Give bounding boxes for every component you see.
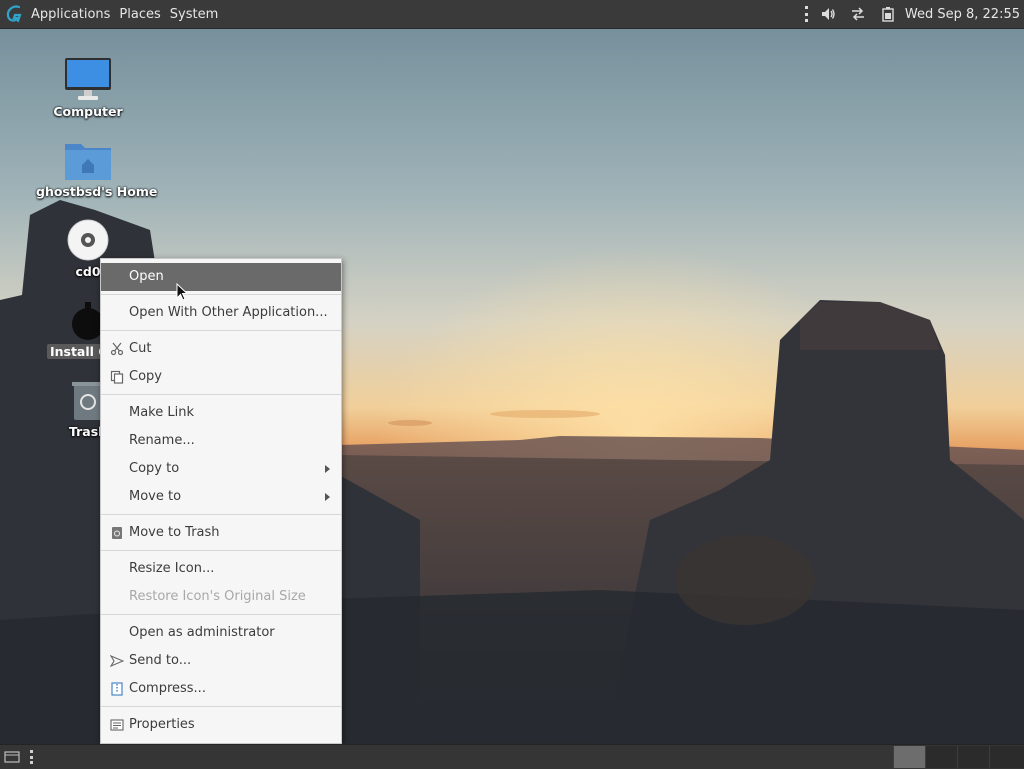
computer-icon (65, 58, 111, 100)
menu-separator (101, 294, 341, 295)
menu-item-label: Open (129, 269, 164, 284)
battery-icon[interactable] (877, 0, 899, 28)
volume-icon[interactable] (817, 0, 839, 28)
desktop-icon-label: ghostbsd's Home (36, 184, 158, 199)
menu-item-copy-to[interactable]: Copy to (101, 455, 341, 483)
network-icon[interactable] (847, 0, 869, 28)
menu-item-resize-icon[interactable]: Resize Icon... (101, 555, 341, 583)
menu-item-cut[interactable]: Cut (101, 335, 341, 363)
menu-item-open[interactable]: Open (101, 263, 341, 291)
menu-separator (101, 330, 341, 331)
menu-item-properties[interactable]: Properties (101, 711, 341, 739)
menu-item-label: Copy to (129, 461, 180, 476)
menu-item-compress[interactable]: Compress... (101, 675, 341, 703)
submenu-arrow-icon (325, 465, 330, 473)
menu-separator (101, 614, 341, 615)
ghostbsd-logo-icon[interactable] (0, 0, 28, 28)
menu-item-copy[interactable]: Copy (101, 363, 341, 391)
places-menu[interactable]: Places (116, 7, 166, 22)
bottom-panel (0, 744, 1024, 769)
context-menu: Open Open With Other Application... Cut … (100, 258, 342, 744)
desktop-icon-label: Computer (53, 104, 123, 119)
menu-item-label: Cut (129, 341, 152, 356)
show-desktop-icon[interactable] (4, 749, 20, 765)
menu-item-label: Restore Icon's Original Size (129, 589, 306, 604)
menu-separator (101, 706, 341, 707)
panel-grip-handle[interactable] (804, 6, 809, 22)
trash-icon (112, 527, 122, 539)
submenu-arrow-icon (325, 493, 330, 501)
clock[interactable]: Wed Sep 8, 22:55 (903, 7, 1024, 22)
workspace-3[interactable] (957, 746, 989, 768)
menu-item-label: Open as administrator (129, 625, 275, 640)
menu-item-label: Rename... (129, 433, 195, 448)
menu-item-move-to[interactable]: Move to (101, 483, 341, 511)
archive-icon (111, 682, 123, 696)
desktop-icon-computer[interactable]: Computer (33, 50, 143, 120)
menu-item-label: Open With Other Application... (129, 305, 328, 320)
menu-item-label: Send to... (129, 653, 192, 668)
panel-grip-handle[interactable] (30, 750, 34, 764)
menu-item-label: Make Link (129, 405, 194, 420)
properties-icon (110, 719, 124, 731)
scissors-icon (110, 342, 124, 356)
home-folder-icon (65, 144, 111, 180)
desktop-icon-label: cd0 (75, 264, 101, 279)
system-menu[interactable]: System (167, 7, 224, 22)
workspace-4[interactable] (989, 746, 1024, 768)
menu-item-move-to-trash[interactable]: Move to Trash (101, 519, 341, 547)
menu-separator (101, 550, 341, 551)
menu-item-send-to[interactable]: Send to... (101, 647, 341, 675)
top-panel: Applications Places System Wed Sep 8, 22… (0, 0, 1024, 29)
menu-separator (101, 394, 341, 395)
send-icon (110, 654, 124, 668)
menu-item-label: Compress... (129, 681, 206, 696)
menu-item-rename[interactable]: Rename... (101, 427, 341, 455)
applications-menu[interactable]: Applications (28, 7, 116, 22)
menu-item-restore-size: Restore Icon's Original Size (101, 583, 341, 611)
menu-item-label: Move to Trash (129, 525, 220, 540)
workspace-1[interactable] (893, 746, 925, 768)
menu-item-make-link[interactable]: Make Link (101, 399, 341, 427)
menu-item-label: Copy (129, 369, 162, 384)
menu-item-label: Resize Icon... (129, 561, 215, 576)
copy-icon (110, 370, 124, 384)
menu-item-open-as-admin[interactable]: Open as administrator (101, 619, 341, 647)
menu-item-label: Move to (129, 489, 182, 504)
desktop-icon-home[interactable]: ghostbsd's Home (33, 130, 157, 200)
workspace-2[interactable] (925, 746, 957, 768)
mouse-cursor-icon (176, 283, 188, 301)
optical-disc-icon (67, 219, 109, 261)
menu-item-label: Properties (129, 717, 195, 732)
menu-item-open-with[interactable]: Open With Other Application... (101, 299, 341, 327)
menu-separator (101, 514, 341, 515)
